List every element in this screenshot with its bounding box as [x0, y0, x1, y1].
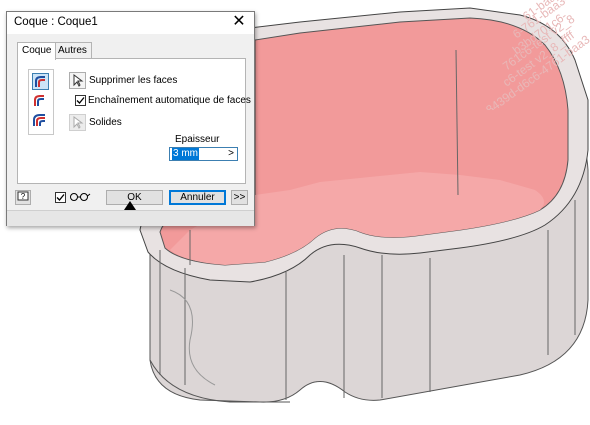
glasses-icon [69, 192, 91, 205]
dialog-title: Coque : Coque1 [14, 16, 98, 28]
remove-faces-label: Supprimer les faces [89, 75, 178, 86]
preview-checkbox[interactable] [55, 192, 66, 203]
help-icon: ? [17, 191, 29, 201]
cursor-icon [73, 116, 84, 129]
shell-dialog: Coque : Coque1 ✕ Coque Autres Supprimer … [6, 11, 255, 226]
tab-coque[interactable]: Coque [17, 42, 57, 60]
remove-faces-button[interactable] [69, 72, 86, 89]
thickness-input[interactable]: 3 mm > [169, 147, 238, 161]
more-button[interactable]: >> [231, 190, 248, 205]
shell-outside-icon[interactable] [32, 93, 49, 110]
thickness-value: 3 mm [172, 148, 199, 160]
tab-panel: Supprimer les faces Enchaînement automat… [17, 58, 251, 184]
checkmark-icon [76, 97, 85, 104]
svg-text:?: ? [21, 192, 26, 201]
watermark: 61-baa3-0 6-761-baa3- b3bd701c6- 761c6-t… [470, 0, 590, 110]
cancel-button[interactable]: Annuler [169, 190, 226, 205]
close-icon[interactable]: ✕ [230, 13, 248, 31]
solids-label: Solides [89, 117, 122, 128]
shell-inside-icon[interactable] [32, 73, 49, 90]
auto-chain-label: Enchaînement automatique de faces [88, 95, 251, 106]
shell-both-icon[interactable] [32, 113, 49, 130]
help-button[interactable]: ? [15, 190, 31, 205]
solids-button[interactable] [69, 114, 86, 131]
dialog-titlebar[interactable]: Coque : Coque1 ✕ [7, 12, 254, 34]
thickness-label: Epaisseur [175, 134, 220, 145]
tab-autres[interactable]: Autres [53, 42, 92, 59]
checkmark-icon [56, 194, 65, 201]
cursor-icon [73, 74, 84, 87]
shell-direction-group [28, 69, 54, 135]
auto-chain-checkbox[interactable] [75, 95, 86, 106]
dialog-pointer-icon [124, 201, 136, 210]
dialog-footer-strip [7, 210, 254, 226]
chevron-right-icon[interactable]: > [228, 148, 234, 160]
